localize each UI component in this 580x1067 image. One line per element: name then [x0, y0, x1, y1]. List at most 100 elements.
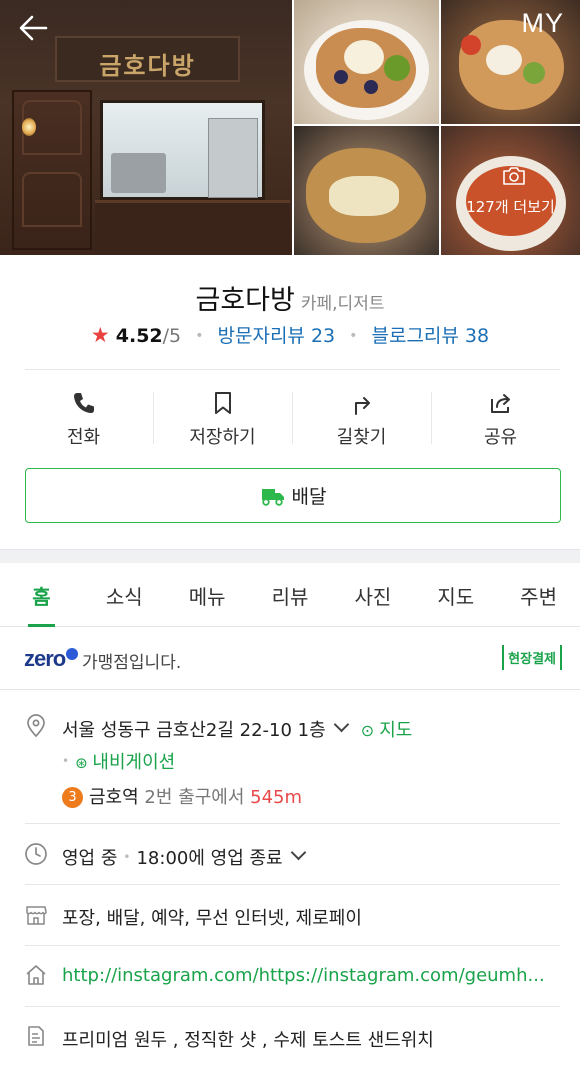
delivery-button[interactable]: 배달: [25, 468, 561, 523]
cream: [486, 45, 522, 75]
food-photo-3[interactable]: [294, 126, 439, 255]
tab-nearby[interactable]: 주변: [497, 563, 580, 626]
divider: [25, 884, 560, 885]
counter-window: [100, 100, 265, 200]
zero-pay-row[interactable]: zero 가맹점입니다. 현장결제: [0, 628, 580, 690]
tab-bar: 홈 소식 메뉴 리뷰 사진 지도 주변: [0, 563, 580, 627]
rating-row: ★ 4.52/5 • 방문자리뷰 23 • 블로그리뷰 38: [0, 321, 580, 348]
counter: [95, 200, 290, 255]
star-icon: ★: [90, 323, 110, 347]
address-row[interactable]: 서울 성동구 금호산2길 22-10 1층 ⊙ 지도: [62, 716, 412, 742]
door: [12, 90, 92, 250]
separator-dot: •: [62, 754, 70, 768]
zero-pay-logo-text: zero: [24, 646, 66, 671]
save-button[interactable]: 저장하기: [153, 388, 292, 448]
share-icon: [490, 394, 510, 413]
share-button[interactable]: 공유: [431, 388, 570, 448]
divider: [25, 1006, 560, 1007]
hours-row[interactable]: 영업 중 • 18:00에 영업 종료: [62, 844, 306, 870]
espresso-machine: [111, 153, 166, 193]
subway-line-badge: 3: [62, 787, 83, 808]
share-label: 공유: [483, 427, 518, 448]
map-pin-icon: ⊙: [360, 721, 380, 740]
fridge: [208, 118, 258, 198]
home-icon: [26, 965, 46, 985]
photo-gallery[interactable]: 금호다방 MY 127개 더보기: [0, 0, 580, 255]
facilities-text: 포장, 배달, 예약, 무선 인터넷, 제로페이: [62, 908, 362, 929]
visitor-reviews-link[interactable]: 방문자리뷰 23: [218, 325, 336, 347]
blog-reviews-link[interactable]: 블로그리뷰 38: [371, 325, 489, 347]
back-arrow-icon[interactable]: [16, 10, 52, 46]
map-link[interactable]: ⊙ 지도: [361, 720, 413, 741]
camera-icon: [503, 167, 525, 185]
zero-pay-logo-dot: [66, 648, 79, 660]
directions-button[interactable]: 길찾기: [292, 388, 431, 448]
divider: [25, 369, 560, 370]
subway-station: 금호역: [89, 787, 139, 808]
separator-dot: •: [349, 328, 358, 344]
more-photos-button[interactable]: 127개 더보기: [441, 126, 580, 255]
wall-lamp: [22, 118, 36, 136]
onsite-payment-badge: 현장결제: [502, 645, 562, 670]
more-photos-label: 127개 더보기: [466, 198, 555, 216]
address-text: 서울 성동구 금호산2길 22-10 1층: [62, 720, 326, 741]
action-bar: 전화 저장하기 길찾기 공유: [14, 388, 570, 448]
tab-map[interactable]: 지도: [414, 563, 497, 626]
blueberry: [334, 70, 348, 84]
tab-reviews[interactable]: 리뷰: [249, 563, 332, 626]
directions-label: 길찾기: [336, 427, 387, 448]
directions-icon: [354, 397, 370, 415]
business-hours: 18:00에 영업 종료: [136, 848, 283, 869]
zero-pay-text: 가맹점입니다.: [82, 653, 182, 673]
store-sign: 금호다방: [55, 36, 240, 82]
place-name: 금호다방: [195, 285, 295, 316]
location-pin-icon: [27, 714, 45, 738]
navigation-row[interactable]: • ⊛ 내비게이션: [62, 748, 175, 774]
delivery-label: 배달: [291, 486, 327, 508]
banana: [329, 176, 399, 216]
store-icon: [26, 906, 47, 925]
chevron-down-icon[interactable]: [333, 716, 349, 733]
delivery-truck-icon: [261, 488, 284, 506]
tab-menu[interactable]: 메뉴: [166, 563, 249, 626]
clock-icon: [25, 843, 47, 865]
tab-home[interactable]: 홈: [0, 563, 83, 627]
separator-dot: •: [123, 850, 131, 864]
navigation-link[interactable]: 내비게이션: [92, 752, 175, 773]
strawberry: [461, 35, 481, 55]
chevron-down-icon[interactable]: [290, 844, 306, 861]
kiwi: [523, 62, 545, 84]
call-label: 전화: [66, 427, 101, 448]
door-panel: [22, 172, 82, 227]
save-label: 저장하기: [189, 427, 256, 448]
rating-max: /5: [162, 325, 182, 347]
call-button[interactable]: 전화: [14, 388, 153, 448]
tab-photos[interactable]: 사진: [331, 563, 414, 626]
kiwi: [384, 55, 410, 81]
store-sign-text: 금호다방: [99, 52, 196, 80]
rating-value: 4.52: [115, 325, 163, 347]
food-photo-1[interactable]: [294, 0, 439, 124]
description-text: 프리미엄 원두 , 정직한 샷 , 수제 토스트 샌드위치: [62, 1030, 434, 1051]
subway-exit: 2번 출구에서: [144, 787, 245, 808]
tab-news[interactable]: 소식: [83, 563, 166, 626]
subway-distance: 545m: [250, 787, 303, 808]
bookmark-icon: [214, 392, 231, 414]
document-icon: [28, 1026, 44, 1046]
separator-dot: •: [195, 328, 204, 344]
divider: [25, 945, 560, 946]
section-gap: [0, 549, 580, 563]
map-link-label: 지도: [379, 720, 413, 741]
my-button[interactable]: MY: [522, 8, 565, 39]
cream: [344, 40, 384, 74]
place-title: 금호다방 카페,디저트: [0, 278, 580, 317]
website-link[interactable]: http://instagram.com/https://instagram.c…: [62, 965, 545, 986]
blueberry: [364, 80, 378, 94]
business-status: 영업 중: [62, 848, 118, 869]
phone-icon: [73, 393, 94, 413]
zero-pay-logo: zero: [24, 646, 79, 672]
place-category: 카페,디저트: [300, 294, 385, 314]
subway-row: 3 금호역 2번 출구에서 545m: [62, 783, 302, 809]
divider: [25, 823, 560, 824]
navigation-icon: ⊛: [75, 754, 93, 772]
